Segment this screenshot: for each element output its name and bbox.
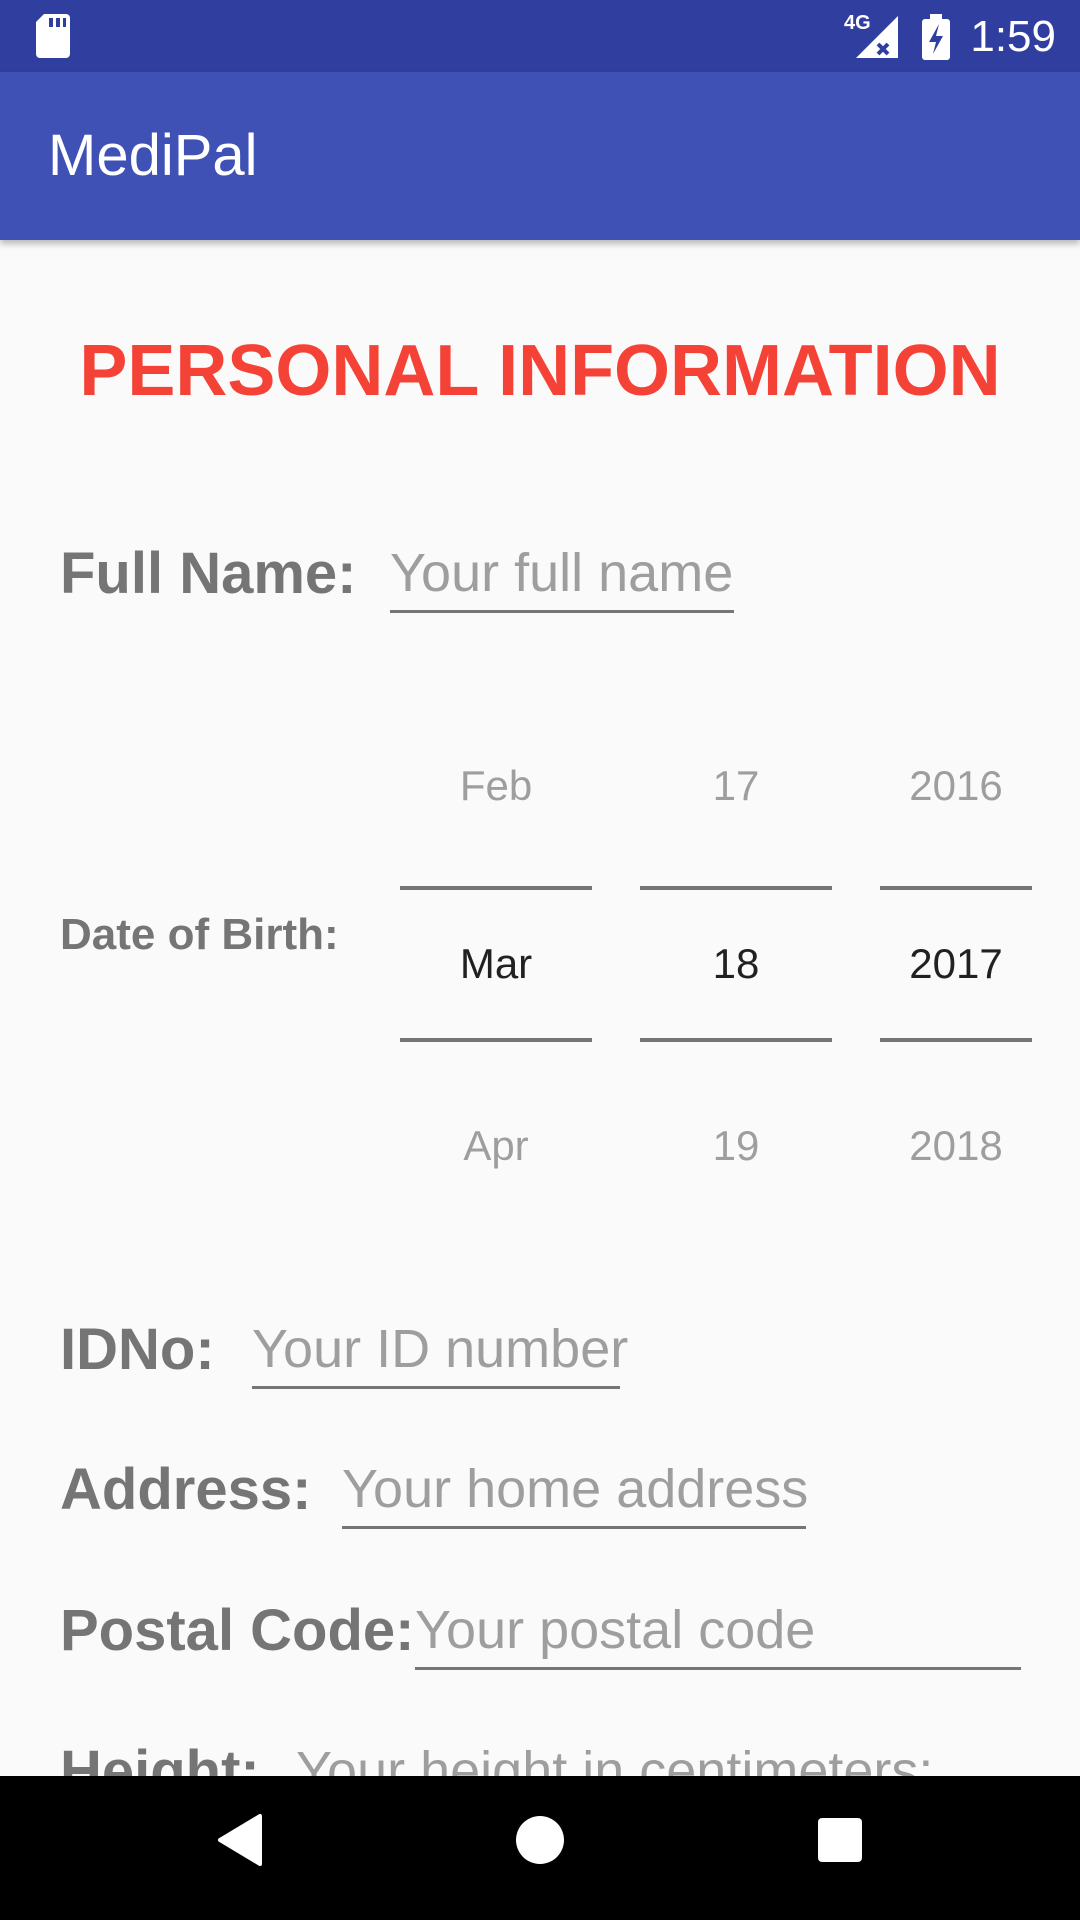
month-prev[interactable]: Feb	[400, 762, 592, 810]
recents-icon[interactable]	[816, 1812, 864, 1868]
battery-icon	[922, 14, 950, 60]
back-icon[interactable]	[216, 1812, 264, 1868]
postal-code-label: Postal Code:	[60, 1598, 415, 1663]
home-icon[interactable]	[514, 1812, 566, 1868]
app-title: MediPal	[48, 123, 258, 188]
day-selected[interactable]: 18	[640, 940, 832, 988]
month-next[interactable]: Apr	[400, 1122, 592, 1170]
sd-card-icon	[36, 14, 70, 58]
day-prev[interactable]: 17	[640, 762, 832, 810]
year-next[interactable]: 2018	[880, 1122, 1032, 1170]
postal-code-input[interactable]: Your postal code	[415, 1599, 1021, 1670]
address-label: Address:	[60, 1457, 312, 1522]
signal-icon	[856, 16, 898, 58]
app-bar: MediPal	[0, 72, 1080, 240]
date-of-birth-label: Date of Birth:	[60, 910, 339, 959]
year-prev[interactable]: 2016	[880, 762, 1032, 810]
full-name-input[interactable]: Your full name	[390, 542, 734, 613]
address-input[interactable]: Your home address	[342, 1458, 808, 1529]
id-no-label: IDNo:	[60, 1317, 215, 1382]
full-name-label: Full Name:	[60, 541, 357, 606]
status-bar: 4G 1:59	[0, 0, 1080, 72]
year-divider-bottom	[880, 1038, 1032, 1042]
height-label: Height:	[60, 1739, 260, 1776]
day-picker[interactable]: 17 18 19	[640, 740, 832, 1440]
month-divider-bottom	[400, 1038, 592, 1042]
section-title: PERSONAL INFORMATION	[79, 331, 1001, 411]
navigation-bar	[0, 1776, 1080, 1920]
day-divider-bottom	[640, 1038, 832, 1042]
day-next[interactable]: 19	[640, 1122, 832, 1170]
month-divider-top	[400, 886, 592, 890]
year-divider-top	[880, 886, 1032, 890]
month-selected[interactable]: Mar	[400, 940, 592, 988]
height-input[interactable]: Your height in centimeters:	[296, 1740, 996, 1776]
year-picker[interactable]: 2016 2017 2018	[880, 740, 1032, 1440]
day-divider-top	[640, 886, 832, 890]
id-no-input[interactable]: Your ID number	[252, 1318, 628, 1389]
year-selected[interactable]: 2017	[880, 940, 1032, 988]
clock: 1:59	[970, 12, 1056, 61]
form-content: PERSONAL INFORMATION Full Name: Your ful…	[0, 240, 1080, 1776]
